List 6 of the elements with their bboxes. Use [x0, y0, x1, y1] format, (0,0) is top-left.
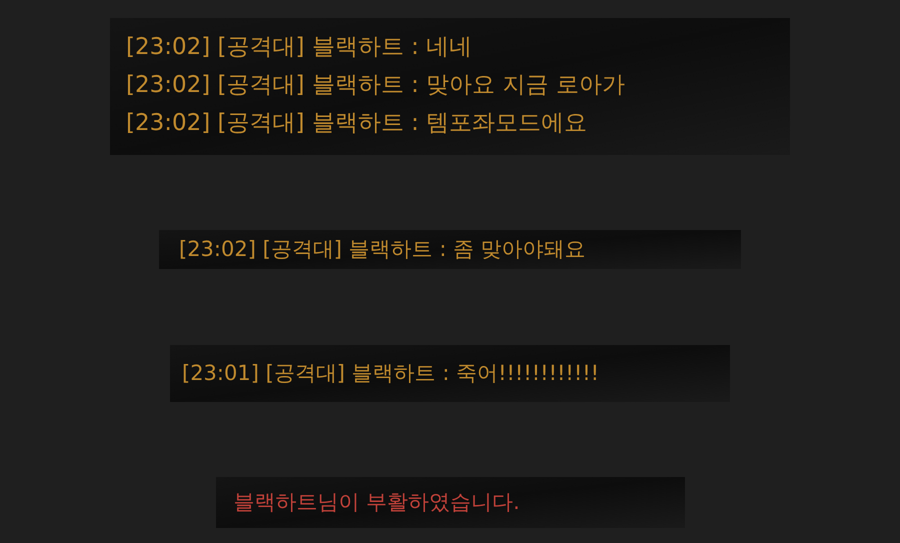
chat-message: [23:02] [공격대] 블랙하트 : 좀 맞아야돼요: [179, 236, 586, 263]
chat-message: [23:02] [공격대] 블랙하트 : 맞아요 지금 로아가: [126, 71, 625, 100]
chat-message: [23:02] [공격대] 블랙하트 : 템포좌모드에요: [126, 109, 588, 138]
system-message: 블랙하트님이 부활하였습니다.: [234, 489, 520, 516]
chat-message: [23:02] [공격대] 블랙하트 : 네네: [126, 33, 472, 62]
chat-message: [23:01] [공격대] 블랙하트 : 죽어!!!!!!!!!!!!: [182, 360, 600, 387]
